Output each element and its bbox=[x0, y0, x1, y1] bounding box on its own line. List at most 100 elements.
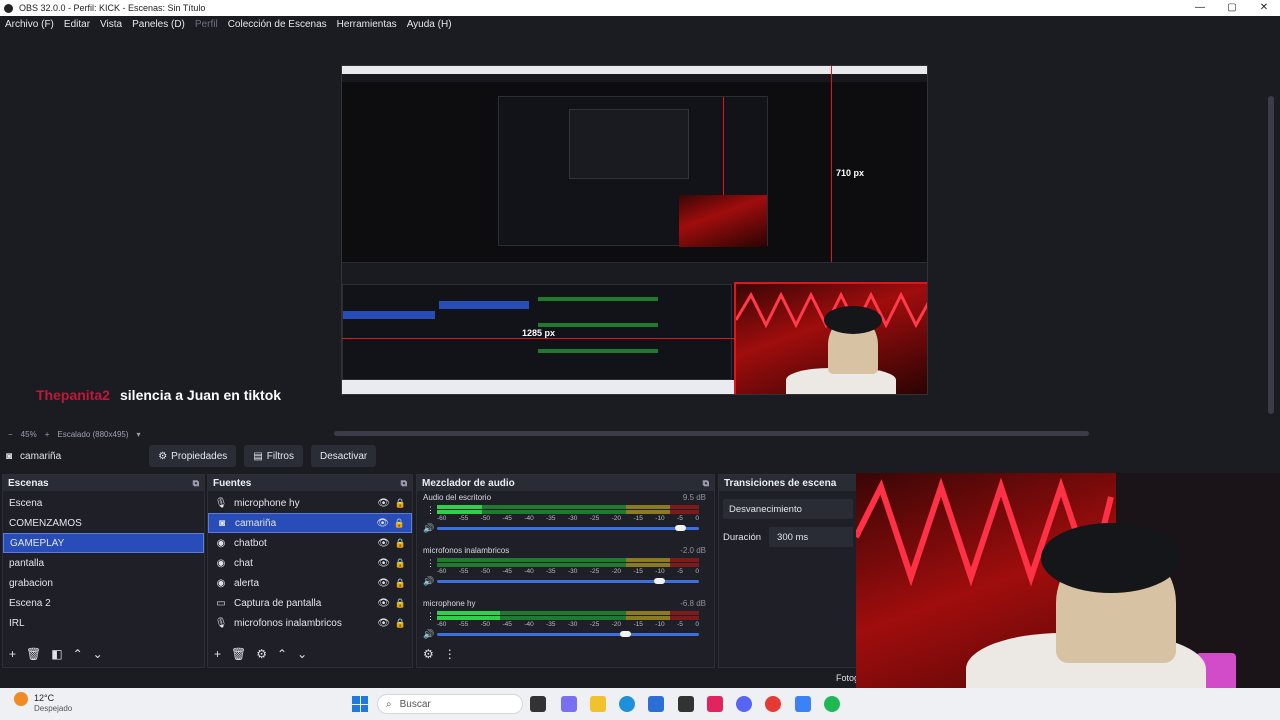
add-source-icon[interactable]: + bbox=[214, 647, 221, 661]
webcam-source-selected[interactable] bbox=[734, 282, 927, 394]
copilot-icon[interactable] bbox=[561, 696, 577, 712]
lock-icon[interactable]: 🔒 bbox=[394, 518, 405, 529]
zoom-out-button[interactable]: − bbox=[8, 430, 13, 439]
chrome-icon[interactable] bbox=[765, 696, 781, 712]
file-explorer-icon[interactable] bbox=[590, 696, 606, 712]
visibility-eye-icon[interactable]: 👁 bbox=[377, 498, 390, 509]
source-item[interactable]: 🎙 microphone hy 👁 🔒 bbox=[208, 493, 412, 513]
discord-icon[interactable] bbox=[736, 696, 752, 712]
visibility-eye-icon[interactable]: 👁 bbox=[377, 598, 390, 609]
transition-select[interactable]: Desvanecimiento bbox=[723, 499, 853, 519]
channel-menu-icon[interactable]: ⋮ bbox=[426, 611, 435, 622]
level-meter bbox=[437, 558, 699, 562]
preview-canvas[interactable]: 710 px 1285 px bbox=[341, 65, 928, 395]
source-item[interactable]: 🎙 microfonos inalambricos 👁 🔒 bbox=[208, 613, 412, 633]
scene-item-selected[interactable]: GAMEPLAY bbox=[3, 533, 204, 553]
menu-edit[interactable]: Editar bbox=[64, 19, 90, 30]
speaker-icon[interactable]: 🔊 bbox=[423, 629, 434, 640]
scale-dropdown-icon[interactable]: ▾ bbox=[137, 430, 141, 439]
volume-slider[interactable] bbox=[437, 525, 699, 531]
store-icon[interactable] bbox=[648, 696, 664, 712]
task-view-icon[interactable] bbox=[530, 696, 546, 712]
visibility-eye-icon[interactable]: 👁 bbox=[377, 538, 390, 549]
visibility-eye-icon[interactable]: 👁 bbox=[376, 518, 389, 529]
scene-item[interactable]: Escena bbox=[3, 493, 204, 513]
lock-icon[interactable]: 🔒 bbox=[395, 498, 406, 509]
menu-profile[interactable]: Perfil bbox=[195, 19, 218, 30]
undock-icon[interactable]: ⧉ bbox=[703, 478, 709, 489]
facebook-icon[interactable] bbox=[795, 696, 811, 712]
visibility-eye-icon[interactable]: 👁 bbox=[377, 618, 390, 629]
selected-source-label: camariña bbox=[20, 450, 62, 462]
lock-icon[interactable]: 🔒 bbox=[395, 578, 406, 589]
move-down-icon[interactable]: ⌄ bbox=[297, 647, 307, 661]
spotify-icon[interactable] bbox=[824, 696, 840, 712]
lock-icon[interactable]: 🔒 bbox=[395, 598, 406, 609]
undock-icon[interactable]: ⧉ bbox=[193, 478, 199, 489]
weather-icon[interactable] bbox=[14, 692, 28, 706]
transitions-dock: Transiciones de escena Desvanecimiento D… bbox=[718, 474, 858, 668]
source-item[interactable]: ◉ chat 👁 🔒 bbox=[208, 553, 412, 573]
taskbar-search[interactable]: ⌕ Buscar bbox=[377, 694, 523, 714]
move-down-icon[interactable]: ⌄ bbox=[93, 647, 103, 661]
tick-label: -15 bbox=[633, 515, 643, 522]
menu-help[interactable]: Ayuda (H) bbox=[407, 19, 452, 30]
minimize-button[interactable]: — bbox=[1184, 0, 1216, 16]
lock-icon[interactable]: 🔒 bbox=[395, 618, 406, 629]
close-button[interactable]: ✕ bbox=[1248, 0, 1280, 16]
speaker-icon[interactable]: 🔊 bbox=[423, 523, 434, 534]
tiktok-icon[interactable] bbox=[707, 696, 723, 712]
obs-taskbar-icon[interactable] bbox=[678, 696, 694, 712]
undock-icon[interactable]: ⧉ bbox=[401, 478, 407, 489]
visibility-eye-icon[interactable]: 👁 bbox=[377, 558, 390, 569]
menu-file[interactable]: Archivo (F) bbox=[5, 19, 54, 30]
remove-source-icon[interactable]: 🗑 bbox=[231, 647, 246, 661]
source-properties-icon[interactable]: ⚙ bbox=[256, 647, 267, 661]
source-item[interactable]: ◉ alerta 👁 🔒 bbox=[208, 573, 412, 593]
deactivate-button[interactable]: Desactivar bbox=[311, 445, 377, 467]
menu-docks[interactable]: Paneles (D) bbox=[132, 19, 185, 30]
scene-item[interactable]: grabacion bbox=[3, 573, 204, 593]
scene-filters-icon[interactable]: ◧ bbox=[51, 647, 62, 661]
nested-webcam bbox=[679, 195, 767, 247]
source-item[interactable]: ◉ chatbot 👁 🔒 bbox=[208, 533, 412, 553]
volume-slider[interactable] bbox=[437, 578, 699, 584]
scene-item[interactable]: COMENZAMOS bbox=[3, 513, 204, 533]
volume-slider[interactable] bbox=[437, 631, 699, 637]
menu-tools[interactable]: Herramientas bbox=[337, 19, 397, 30]
transitions-header: Transiciones de escena bbox=[719, 475, 857, 491]
remove-scene-icon[interactable]: 🗑 bbox=[26, 647, 41, 661]
move-up-icon[interactable]: ⌃ bbox=[73, 647, 83, 661]
preview-vertical-scrollbar[interactable] bbox=[1268, 96, 1274, 414]
add-scene-icon[interactable]: + bbox=[9, 647, 16, 661]
scene-item[interactable]: pantalla bbox=[3, 553, 204, 573]
tick-label: -50 bbox=[480, 568, 491, 575]
edge-icon[interactable] bbox=[619, 696, 635, 712]
visibility-eye-icon[interactable]: 👁 bbox=[377, 578, 390, 589]
volume-knob[interactable] bbox=[653, 578, 665, 584]
volume-knob[interactable] bbox=[674, 525, 686, 531]
mixer-menu-icon[interactable]: ⋮ bbox=[444, 647, 456, 661]
source-item-selected[interactable]: ◙ camariña 👁 🔒 bbox=[208, 513, 412, 533]
zoom-in-button[interactable]: + bbox=[45, 430, 50, 439]
channel-menu-icon[interactable]: ⋮ bbox=[426, 505, 435, 516]
windows-start-icon[interactable] bbox=[352, 696, 368, 712]
move-up-icon[interactable]: ⌃ bbox=[277, 647, 287, 661]
scene-item[interactable]: Escena 2 bbox=[3, 593, 204, 613]
channel-menu-icon[interactable]: ⋮ bbox=[426, 558, 435, 569]
menu-view[interactable]: Vista bbox=[100, 19, 122, 30]
lock-icon[interactable]: 🔒 bbox=[395, 538, 406, 549]
tick-label: 0 bbox=[695, 515, 699, 522]
volume-knob[interactable] bbox=[619, 631, 631, 637]
menu-scene-collection[interactable]: Colección de Escenas bbox=[228, 19, 327, 30]
preview-horizontal-scrollbar[interactable] bbox=[334, 431, 1089, 436]
speaker-icon[interactable]: 🔊 bbox=[423, 576, 434, 587]
lock-icon[interactable]: 🔒 bbox=[395, 558, 406, 569]
properties-button[interactable]: ⚙ Propiedades bbox=[149, 445, 237, 467]
maximize-button[interactable]: ▢ bbox=[1216, 0, 1248, 16]
scene-item[interactable]: IRL bbox=[3, 613, 204, 633]
filters-button[interactable]: ▤ Filtros bbox=[244, 445, 303, 467]
advanced-audio-icon[interactable]: ⚙ bbox=[423, 647, 434, 661]
source-item[interactable]: ▭ Captura de pantalla 👁 🔒 bbox=[208, 593, 412, 613]
duration-input[interactable]: 300 ms bbox=[769, 527, 853, 547]
